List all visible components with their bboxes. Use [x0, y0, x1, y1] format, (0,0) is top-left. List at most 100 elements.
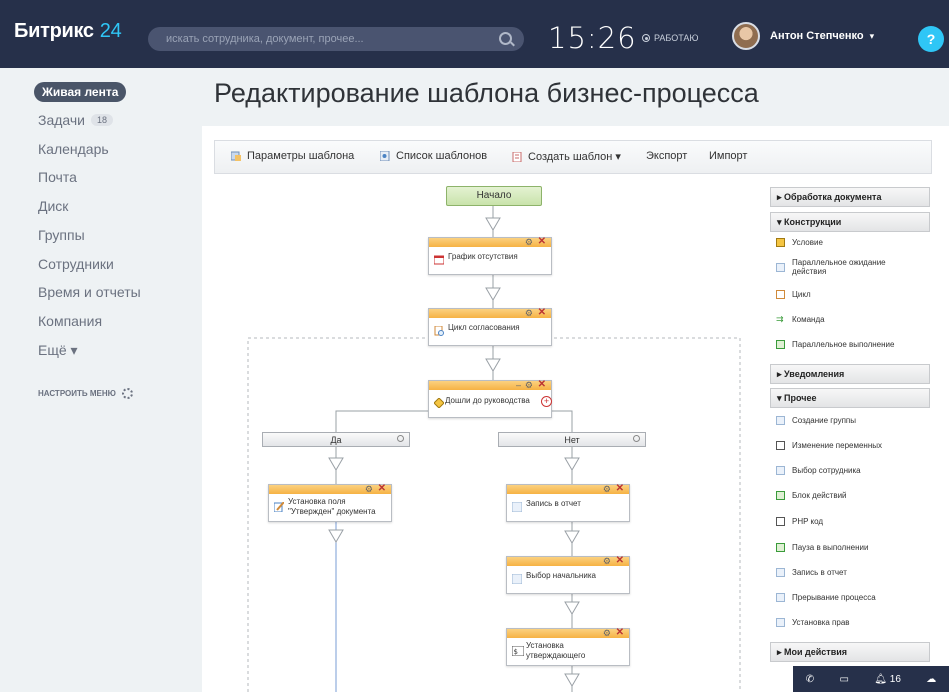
sidebar-item-disk[interactable]: Диск	[38, 198, 68, 214]
group-my-actions[interactable]: ▸ Мои действия	[770, 642, 930, 662]
palette-item-command[interactable]: ⇉ Команда	[776, 315, 825, 325]
activity-set-field[interactable]: ⚙ ✕ Установка поля "Утвержден" документа	[268, 483, 392, 522]
template-list-button[interactable]: Список шаблонов	[380, 150, 487, 162]
close-icon[interactable]: ✕	[538, 236, 546, 247]
palette-item-report[interactable]: Запись в отчет	[776, 568, 847, 577]
parallel-wait-icon	[776, 262, 785, 272]
group-other[interactable]: ▾ Прочее	[770, 388, 930, 408]
choose-employee-icon	[776, 466, 785, 475]
group-document-processing[interactable]: ▸ Обработка документа	[770, 187, 930, 207]
settings-icon[interactable]: ⚙	[603, 484, 611, 494]
action-block-icon	[776, 491, 785, 500]
branch-settings-icon[interactable]	[397, 435, 404, 442]
help-button[interactable]: ?	[918, 26, 944, 52]
palette-item-php-code[interactable]: PHP код	[776, 517, 823, 526]
close-icon[interactable]: ✕	[616, 483, 624, 494]
create-template-button[interactable]: Создать шаблон ▾	[512, 150, 621, 163]
phone-icon[interactable]: ✆	[806, 674, 814, 685]
settings-icon[interactable]: ⚙	[603, 628, 611, 638]
configure-menu-button[interactable]: НАСТРОИТЬ МЕНЮ	[38, 388, 133, 399]
sidebar-item-more[interactable]: Ещё ▾	[38, 342, 78, 359]
activity-choose-manager[interactable]: ⚙ ✕ Выбор начальника	[506, 555, 630, 594]
palette-item-create-group[interactable]: Создание группы	[776, 416, 856, 425]
work-status-button[interactable]: РАБОТАЮ	[642, 33, 699, 43]
variable-icon: $	[512, 646, 524, 656]
close-icon[interactable]: ✕	[378, 483, 386, 494]
palette-item-parallel-wait[interactable]: Параллельное ожидание действия	[776, 258, 886, 276]
palette-item-choose-employee[interactable]: Выбор сотрудника	[776, 466, 861, 475]
palette-item-loop[interactable]: Цикл	[776, 290, 811, 299]
bell-icon: 🔔︎	[874, 673, 887, 685]
notifications-button[interactable]: 🔔︎ 16	[874, 674, 901, 685]
sidebar-item-employees[interactable]: Сотрудники	[38, 256, 114, 272]
calendar-icon	[434, 255, 444, 265]
search-icon[interactable]	[499, 32, 512, 45]
palette-item-condition[interactable]: Условие	[776, 238, 823, 247]
close-icon[interactable]: ✕	[616, 627, 624, 638]
chat-icon[interactable]: ▭	[839, 674, 848, 685]
activity-absence-schedule[interactable]: ⚙ ✕ График отсутствия	[428, 236, 552, 275]
user-select-icon	[512, 574, 522, 584]
parallel-exec-icon	[776, 340, 785, 349]
sidebar-item-company[interactable]: Компания	[38, 313, 102, 329]
sidebar-item-mail[interactable]: Почта	[38, 169, 77, 185]
close-icon[interactable]: ✕	[538, 379, 546, 390]
svg-text:$: $	[514, 648, 518, 656]
settings-icon[interactable]: ⚙	[525, 237, 533, 247]
sidebar-item-time[interactable]: Время и отчеты	[38, 284, 141, 300]
loop-icon	[776, 290, 785, 299]
sidebar-item-calendar[interactable]: Календарь	[38, 141, 109, 157]
group-notifications[interactable]: ▸ Уведомления	[770, 364, 930, 384]
avatar[interactable]	[732, 22, 760, 50]
template-params-button[interactable]: Параметры шаблона	[231, 150, 354, 162]
palette-item-action-block[interactable]: Блок действий	[776, 491, 847, 500]
messenger-bar: ✆ ▭ 🔔︎ 16 ☁	[793, 666, 949, 692]
page-title: Редактирование шаблона бизнес-процесса	[214, 78, 759, 108]
close-icon[interactable]: ✕	[538, 307, 546, 318]
export-button[interactable]: Экспорт	[646, 150, 687, 162]
branch-no[interactable]: Нет	[498, 432, 646, 447]
clock: 15:26	[548, 21, 637, 55]
activity-condition[interactable]: – ⚙ ✕ Дошли до руководства +	[428, 379, 552, 418]
create-group-icon	[776, 416, 785, 425]
top-header: Битрикс 24 искать сотрудника, документ, п…	[0, 0, 949, 68]
loop-icon	[434, 326, 444, 336]
activity-set-approver[interactable]: ⚙ ✕ $ Установка утверждающего	[506, 627, 630, 666]
php-icon	[776, 517, 785, 526]
settings-icon[interactable]: ⚙	[525, 380, 533, 390]
settings-icon[interactable]: ⚙	[365, 484, 373, 494]
sidebar-item-tasks[interactable]: Задачи 18	[38, 112, 114, 128]
branch-settings-icon[interactable]	[633, 435, 640, 442]
palette-item-terminate[interactable]: Прерывание процесса	[776, 593, 876, 602]
condition-icon	[776, 238, 785, 247]
minimize-icon[interactable]: –	[516, 380, 521, 390]
activity-report-1[interactable]: ⚙ ✕ Запись в отчет	[506, 483, 630, 522]
search-input[interactable]: искать сотрудника, документ, прочее...	[148, 27, 524, 51]
import-button[interactable]: Импорт	[709, 150, 747, 162]
rights-icon	[776, 618, 785, 627]
sidebar-item-feed[interactable]: Живая лента	[34, 82, 127, 102]
logo[interactable]: Битрикс 24	[14, 20, 122, 43]
close-icon[interactable]: ✕	[616, 555, 624, 566]
palette-item-pause[interactable]: Пауза в выполнении	[776, 543, 868, 552]
params-icon	[231, 151, 241, 161]
palette-item-change-variables[interactable]: Изменение переменных	[776, 441, 882, 450]
settings-icon[interactable]: ⚙	[525, 308, 533, 318]
start-block[interactable]: Начало	[446, 186, 542, 206]
palette-item-parallel-exec[interactable]: Параллельное выполнение	[776, 340, 894, 349]
cloud-icon[interactable]: ☁	[926, 674, 936, 685]
group-constructions[interactable]: ▾ Конструкции	[770, 212, 930, 232]
settings-icon[interactable]: ⚙	[603, 556, 611, 566]
branch-yes[interactable]: Да	[262, 432, 410, 447]
palette-item-set-rights[interactable]: Установка прав	[776, 618, 850, 627]
add-branch-icon[interactable]: +	[541, 396, 552, 407]
activity-approval-cycle[interactable]: ⚙ ✕ Цикл согласования	[428, 307, 552, 346]
document-icon	[512, 151, 522, 162]
list-icon	[380, 151, 390, 161]
user-menu[interactable]: Антон Степченко ▾	[770, 30, 874, 42]
report-icon	[776, 568, 785, 577]
sidebar-item-groups[interactable]: Группы	[38, 227, 85, 243]
condition-icon	[434, 398, 444, 408]
report-icon	[512, 502, 522, 512]
pause-icon	[776, 543, 785, 552]
